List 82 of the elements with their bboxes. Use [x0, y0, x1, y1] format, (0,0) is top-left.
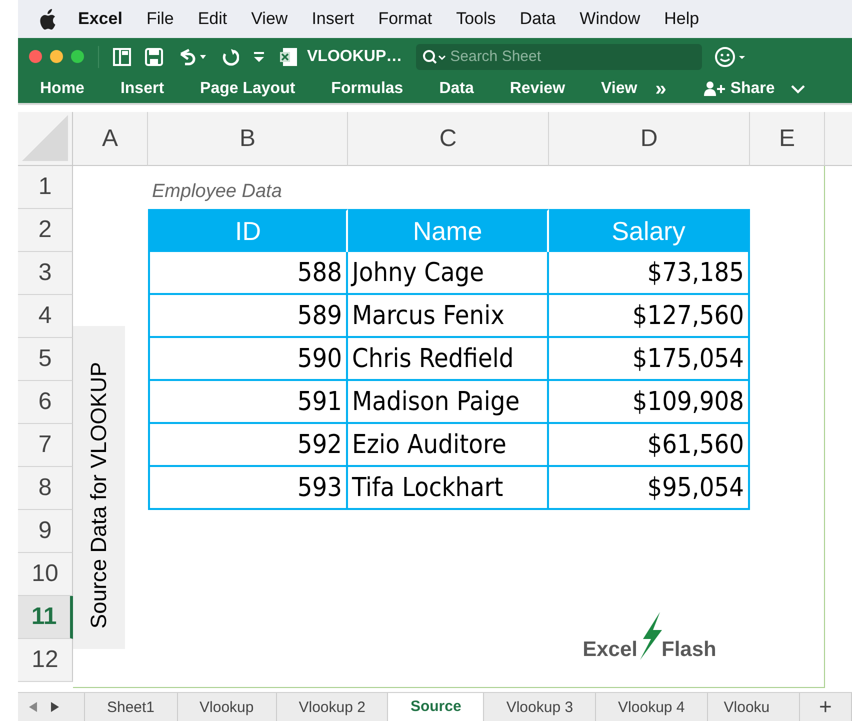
table-cell: Marcus Fenix — [348, 295, 549, 338]
table-cell: 592 — [148, 424, 348, 467]
save-icon[interactable] — [145, 48, 163, 66]
redo-icon[interactable] — [221, 48, 239, 66]
table-cell: 589 — [148, 295, 348, 338]
row-header[interactable]: 2 — [18, 209, 73, 252]
table-cell: 588 — [148, 252, 348, 295]
ribbon-tab[interactable]: Formulas — [331, 80, 404, 98]
app-menu[interactable]: Excel — [56, 9, 134, 29]
chevron-down-icon[interactable] — [790, 84, 805, 94]
share-label: Share — [730, 80, 775, 98]
table-cell: Johny Cage — [348, 252, 549, 295]
ribbon-tab[interactable]: View — [601, 80, 638, 98]
sheet-tab[interactable]: Vlookup — [178, 693, 277, 721]
column-header[interactable]: C — [348, 112, 549, 166]
share-button[interactable]: Share — [704, 80, 775, 98]
zoom-button[interactable] — [71, 50, 84, 63]
menu-item[interactable]: Format — [366, 9, 444, 29]
sidebar-icon[interactable] — [113, 48, 131, 66]
table-cell: Madison Paige — [348, 381, 549, 424]
menu-item[interactable]: View — [239, 9, 300, 29]
table-cell: $175,054 — [549, 338, 750, 381]
search-field[interactable]: Search Sheet — [416, 44, 702, 70]
row-header[interactable]: 9 — [18, 510, 73, 553]
table-cell: Tifa Lockhart — [348, 467, 549, 510]
row-header[interactable]: 1 — [18, 166, 73, 209]
row-header[interactable]: 11 — [18, 596, 73, 639]
menu-item[interactable]: Insert — [300, 9, 366, 29]
column-header[interactable]: D — [549, 112, 750, 166]
table-cell: $109,908 — [549, 381, 750, 424]
table-cell: $73,185 — [549, 252, 750, 295]
table-header-cell: ID — [148, 209, 348, 252]
logo-text: Excel — [582, 638, 638, 662]
scroll-right-icon[interactable] — [50, 701, 60, 713]
row-header[interactable]: 3 — [18, 252, 73, 295]
table-caption: Employee Data — [152, 181, 282, 203]
ribbon-tab[interactable]: Page Layout — [200, 80, 296, 98]
row-header[interactable]: 10 — [18, 553, 73, 596]
minimize-button[interactable] — [50, 50, 63, 63]
empty-column-header — [825, 112, 852, 166]
table-cell: $61,560 — [549, 424, 750, 467]
scroll-left-icon[interactable] — [28, 701, 38, 713]
column-header[interactable]: E — [750, 112, 825, 166]
row-header[interactable]: 5 — [18, 338, 73, 381]
more-tabs-button[interactable]: » — [655, 78, 666, 100]
apple-icon[interactable] — [38, 8, 56, 30]
add-sheet-button[interactable]: + — [800, 693, 852, 721]
table-cell: 590 — [148, 338, 348, 381]
ribbon-tab[interactable]: Data — [439, 80, 474, 98]
table-cell: $127,560 — [549, 295, 750, 338]
ribbon-tab[interactable]: Insert — [120, 80, 164, 98]
row-header[interactable]: 4 — [18, 295, 73, 338]
row-header[interactable]: 8 — [18, 467, 73, 510]
menu-item[interactable]: Window — [568, 9, 652, 29]
ribbon-tab[interactable]: Review — [510, 80, 566, 98]
menu-item[interactable]: Data — [508, 9, 568, 29]
customize-caret-icon[interactable] — [253, 50, 265, 62]
add-person-icon — [704, 81, 726, 97]
document-icon — [279, 46, 299, 66]
column-header[interactable]: B — [148, 112, 348, 166]
sheet-tab[interactable]: Source — [388, 693, 484, 721]
row-header[interactable]: 12 — [18, 639, 73, 682]
table-header-cell: Salary — [549, 209, 750, 252]
menu-item[interactable]: Tools — [444, 9, 508, 29]
document-title: VLOOKUP… — [307, 48, 402, 66]
lightning-bolt-icon — [638, 612, 664, 660]
table-cell: Chris Redfield — [348, 338, 549, 381]
row-header[interactable]: 6 — [18, 381, 73, 424]
table-cell: 591 — [148, 381, 348, 424]
logo-text: Flash — [662, 638, 716, 662]
side-label: Source Data for VLOOKUP — [86, 362, 112, 629]
menu-item[interactable]: Edit — [186, 9, 240, 29]
menu-item[interactable]: File — [134, 9, 186, 29]
search-icon — [422, 48, 446, 64]
column-header[interactable]: A — [73, 112, 148, 166]
table-cell: $95,054 — [549, 467, 750, 510]
table-cell: 593 — [148, 467, 348, 510]
row-header[interactable]: 7 — [18, 424, 73, 467]
table-header-cell: Name — [348, 209, 549, 252]
table-cell: Ezio Auditore — [348, 424, 549, 467]
ribbon-tab[interactable]: Home — [40, 80, 84, 98]
menu-item[interactable]: Help — [652, 9, 712, 29]
